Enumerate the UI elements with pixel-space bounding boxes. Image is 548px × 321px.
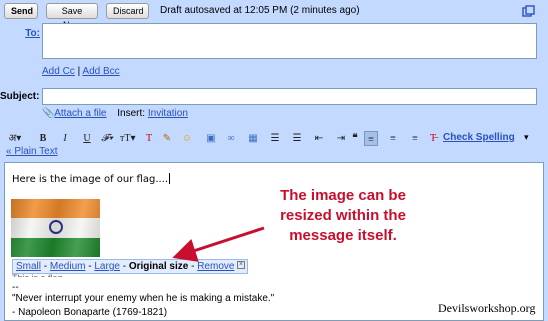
check-spelling-link[interactable]: Check Spelling — [443, 132, 515, 143]
subject-label: Subject: — [0, 91, 40, 102]
flag-image[interactable] — [11, 199, 100, 257]
draft-status-text: Draft autosaved at 12:05 PM (2 minutes a… — [160, 5, 360, 16]
add-cc-link[interactable]: Add Cc — [42, 66, 75, 77]
italic-icon[interactable]: I — [58, 131, 72, 146]
signature-separator: -- — [12, 282, 19, 293]
chevron-down-icon[interactable]: ▾ — [524, 132, 529, 143]
bulleted-list-icon[interactable]: ☰ — [290, 131, 304, 146]
close-icon[interactable]: × — [237, 261, 245, 269]
paperclip-icon: 📎 — [42, 108, 55, 119]
signature-quote: "Never interrupt your enemy when he is m… — [12, 293, 275, 304]
annotation-callout: The image can be resized within the mess… — [280, 187, 406, 244]
size-small-link[interactable]: Small — [16, 261, 41, 272]
subject-field[interactable] — [42, 88, 537, 105]
image-icon[interactable]: ▣ — [204, 131, 218, 146]
body-text: Here is the image of our flag.... — [12, 173, 171, 185]
signature-author: - Napoleon Bonaparte (1769-1821) — [12, 307, 168, 318]
text-caret — [169, 173, 171, 184]
cc-bcc-row: Add Cc | Add Bcc — [42, 66, 120, 77]
align-center-icon[interactable]: ≡ — [386, 131, 400, 146]
numbered-list-icon[interactable]: ☰ — [268, 131, 282, 146]
insert-label: Insert: — [117, 108, 146, 119]
to-field[interactable] — [42, 23, 537, 59]
link-icon[interactable]: ∞ — [224, 131, 238, 146]
to-label[interactable]: To: — [22, 28, 40, 39]
cc-separator: | — [77, 66, 81, 77]
font-icon[interactable]: अ▾ — [8, 131, 22, 146]
attach-file-link[interactable]: Attach a file — [54, 108, 106, 119]
font-family-icon[interactable]: 𝓕▾ — [100, 131, 114, 146]
watermark-text: Devilsworkshop.org — [438, 301, 536, 315]
emoticon-icon[interactable]: ☺ — [180, 131, 194, 146]
underline-icon[interactable]: U — [80, 131, 94, 146]
send-button[interactable]: Send — [4, 3, 38, 19]
attach-row: 📎 Attach a file Insert: Invitation — [42, 108, 188, 119]
add-bcc-link[interactable]: Add Bcc — [82, 66, 119, 77]
discard-button[interactable]: Discard — [106, 3, 149, 19]
remove-formatting-icon[interactable]: T̶ — [426, 131, 440, 146]
bold-icon[interactable]: B — [36, 131, 50, 146]
align-left-icon[interactable]: ≡ — [364, 131, 378, 146]
invitation-link[interactable]: Invitation — [148, 108, 188, 119]
image-size-bar: Small - Medium - Large - Original size -… — [12, 259, 248, 274]
align-right-icon[interactable]: ≡ — [408, 131, 422, 146]
insert-image-icon[interactable]: ▦ — [246, 131, 260, 146]
quote-icon[interactable]: ❝ — [348, 131, 362, 146]
font-size-icon[interactable]: тT▾ — [120, 131, 136, 146]
indent-more-icon[interactable]: ⇥ — [334, 131, 348, 146]
highlight-icon[interactable]: ✎ — [160, 131, 174, 146]
plain-text-link[interactable]: « Plain Text — [6, 146, 58, 157]
action-bar: Send Save Now Discard Draft autosaved at… — [0, 0, 548, 30]
size-medium-link[interactable]: Medium — [50, 261, 86, 272]
text-color-icon[interactable]: T — [142, 131, 156, 146]
popout-icon[interactable] — [522, 5, 535, 18]
save-now-button[interactable]: Save Now — [46, 3, 98, 30]
remove-image-link[interactable]: Remove — [197, 261, 234, 272]
size-large-link[interactable]: Large — [94, 261, 120, 272]
size-original-label[interactable]: Original size — [129, 261, 188, 272]
indent-less-icon[interactable]: ⇤ — [312, 131, 326, 146]
